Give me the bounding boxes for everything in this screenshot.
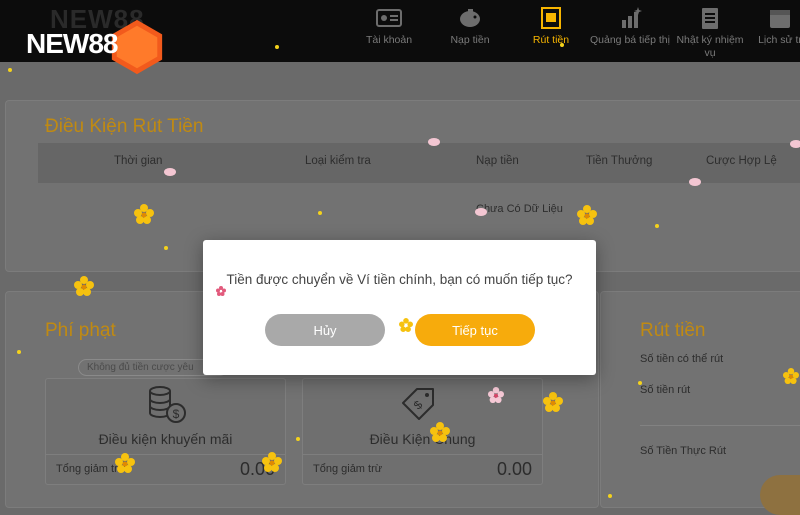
general-total-label: Tổng giảm trừ bbox=[313, 463, 383, 475]
petal-dot bbox=[318, 211, 322, 215]
general-condition-card[interactable]: $ Điều Kiện Chung Tổng giảm trừ 0.00 bbox=[302, 378, 543, 485]
coins-dollar-icon: $ bbox=[149, 386, 186, 423]
pink-flower-icon bbox=[216, 286, 226, 296]
general-condition-label: Điều Kiện Chung bbox=[369, 431, 476, 447]
nav-marketing-label: Quảng bá tiếp thị bbox=[590, 34, 670, 46]
col-bonus: Tiền Thưởng bbox=[586, 155, 653, 167]
promo-condition-label: Điều kiện khuyến mãi bbox=[98, 431, 233, 447]
dollar-tag-icon: $ bbox=[402, 388, 434, 420]
petal-dot bbox=[608, 494, 612, 498]
dialog-message: Tiền được chuyển về Ví tiền chính, bạn c… bbox=[226, 272, 573, 287]
flower-icon bbox=[134, 204, 154, 224]
clipboard-icon bbox=[702, 8, 718, 29]
flower-icon bbox=[262, 452, 282, 472]
withdraw-title: Rút tiền bbox=[640, 320, 706, 341]
nav-deposit[interactable]: Nạp tiền bbox=[446, 6, 494, 46]
flower-icon bbox=[430, 422, 450, 442]
nav-deposit-label: Nạp tiền bbox=[450, 34, 490, 46]
sparkle-chart-icon bbox=[622, 7, 642, 28]
nav-history[interactable]: Lịch sử tr bbox=[750, 6, 800, 46]
available-amount-label: Số tiền có thể rút bbox=[640, 353, 724, 365]
pink-petal bbox=[689, 178, 701, 186]
nav-history-label: Lịch sử tr bbox=[758, 34, 800, 46]
top-header: NEW88 NEW88 Tài khoản Nạp tiền Rút tiền … bbox=[0, 0, 800, 75]
withdraw-divider bbox=[640, 425, 800, 426]
empty-state-text: Chưa Có Dữ Liệu bbox=[476, 203, 563, 215]
continue-button[interactable]: Tiếp tục bbox=[415, 314, 535, 346]
promo-total-row: Tổng giảm trừ 0.00 bbox=[46, 454, 285, 483]
conditions-table-header: Thời gian Loại kiểm tra Nạp tiền Tiền Th… bbox=[38, 143, 800, 183]
flower-icon bbox=[399, 318, 413, 332]
corner-button[interactable] bbox=[760, 475, 800, 515]
flower-icon bbox=[74, 276, 94, 296]
piggy-bank-icon bbox=[460, 9, 480, 27]
flower-icon bbox=[577, 205, 597, 225]
general-total-row: Tổng giảm trừ 0.00 bbox=[303, 454, 542, 483]
col-check-type: Loại kiểm tra bbox=[305, 155, 371, 167]
pink-petal bbox=[790, 140, 800, 148]
withdraw-icon bbox=[541, 7, 561, 29]
pink-flower-icon bbox=[488, 387, 504, 403]
petal-dot bbox=[638, 381, 642, 385]
petal-dot bbox=[164, 246, 168, 250]
pink-petal bbox=[475, 208, 487, 216]
petal-dot bbox=[275, 45, 279, 49]
col-deposit: Nạp tiền bbox=[476, 155, 519, 167]
confirm-dialog: Tiền được chuyển về Ví tiền chính, bạn c… bbox=[203, 240, 596, 375]
promo-condition-card[interactable]: $ Điều kiện khuyến mãi Tổng giảm trừ 0.0… bbox=[45, 378, 286, 485]
flower-icon bbox=[783, 368, 799, 384]
petal-dot bbox=[560, 43, 564, 47]
flower-icon bbox=[543, 392, 563, 412]
petal-dot bbox=[655, 224, 659, 228]
nav-task-log[interactable]: Nhật ký nhiệm vụ bbox=[676, 6, 744, 60]
nav-withdraw[interactable]: Rút tiền bbox=[528, 6, 574, 46]
nav-account[interactable]: Tài khoản bbox=[365, 6, 413, 46]
cancel-button[interactable]: Hủy bbox=[265, 314, 385, 346]
col-time: Thời gian bbox=[114, 155, 163, 167]
calendar-icon bbox=[770, 10, 790, 28]
flower-icon bbox=[115, 453, 135, 473]
actual-withdraw-label: Số Tiền Thực Rút bbox=[640, 445, 727, 457]
nav-account-label: Tài khoản bbox=[365, 34, 413, 46]
withdraw-amount-label: Số tiền rút bbox=[640, 384, 691, 396]
nav-marketing[interactable]: Quảng bá tiếp thị bbox=[588, 6, 672, 46]
pink-petal bbox=[164, 168, 176, 176]
conditions-title: Điều Kiện Rút Tiền bbox=[45, 116, 204, 137]
petal-dot bbox=[17, 350, 21, 354]
svg-text:$: $ bbox=[173, 407, 180, 421]
id-card-icon bbox=[376, 9, 402, 27]
petal-dot bbox=[8, 68, 12, 72]
logo-text: NEW88 bbox=[26, 28, 118, 59]
col-valid-bet: Cược Hợp Lệ bbox=[706, 155, 777, 167]
new88-logo[interactable]: NEW88 NEW88 bbox=[22, 4, 172, 75]
petal-dot bbox=[296, 437, 300, 441]
general-total-value: 0.00 bbox=[496, 459, 532, 479]
penalty-title: Phí phạt bbox=[45, 320, 116, 341]
pink-petal bbox=[428, 138, 440, 146]
svg-text:$: $ bbox=[411, 397, 426, 412]
nav-task-log-label: Nhật ký nhiệm vụ bbox=[676, 34, 744, 59]
